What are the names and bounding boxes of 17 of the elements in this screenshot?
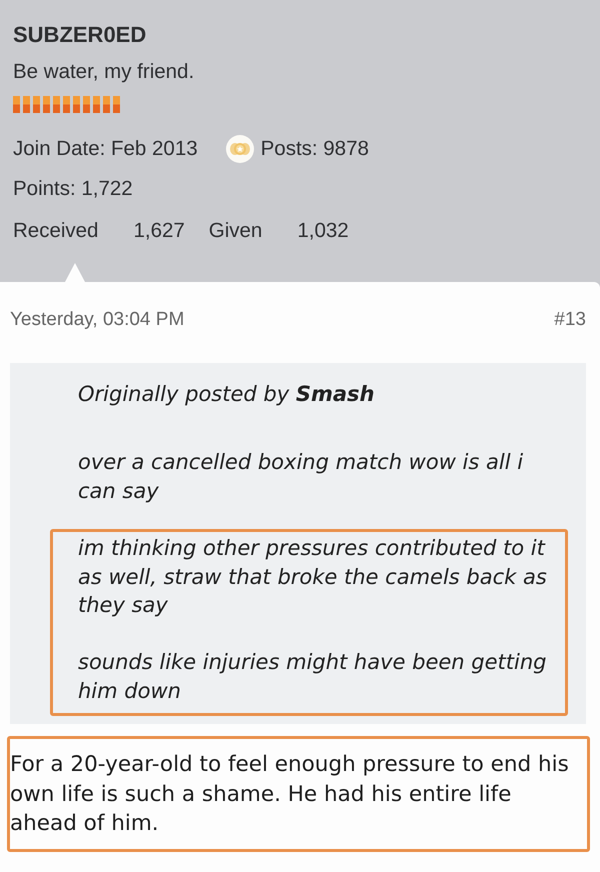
likes-label: Received [13, 218, 98, 244]
coin-badge-icon [226, 135, 254, 163]
quote-paragraph: sounds like injuries might have been getting him down [78, 649, 548, 704]
join-date: Join Date: Feb 2013 [13, 136, 198, 162]
post-count: Posts: 9878 [260, 136, 369, 162]
likes-label: Given [208, 218, 262, 244]
user-title: Be water, my friend. [13, 59, 196, 85]
points: Points: 1,722 [13, 176, 133, 202]
likes-count: 1,032 [297, 218, 349, 244]
post-number[interactable]: #13 [554, 307, 586, 333]
likes-count: 1,627 [133, 218, 185, 244]
quote-attribution: Originally posted by Smash [77, 381, 376, 408]
quote-paragraph: im thinking other pressures contributed to it as well, straw that broke the camels back as they say [78, 535, 548, 619]
post-timestamp: Yesterday, 03:04 PM [10, 308, 184, 332]
quote-paragraph: over a cancelled boxing match wow is all i can say [78, 449, 524, 504]
post-text: For a 20-year-old to feel enough pressure to end his own life is such a shame. He had his entire life ahead of him. [10, 751, 570, 838]
username[interactable]: SUBZER0ED [13, 20, 587, 50]
